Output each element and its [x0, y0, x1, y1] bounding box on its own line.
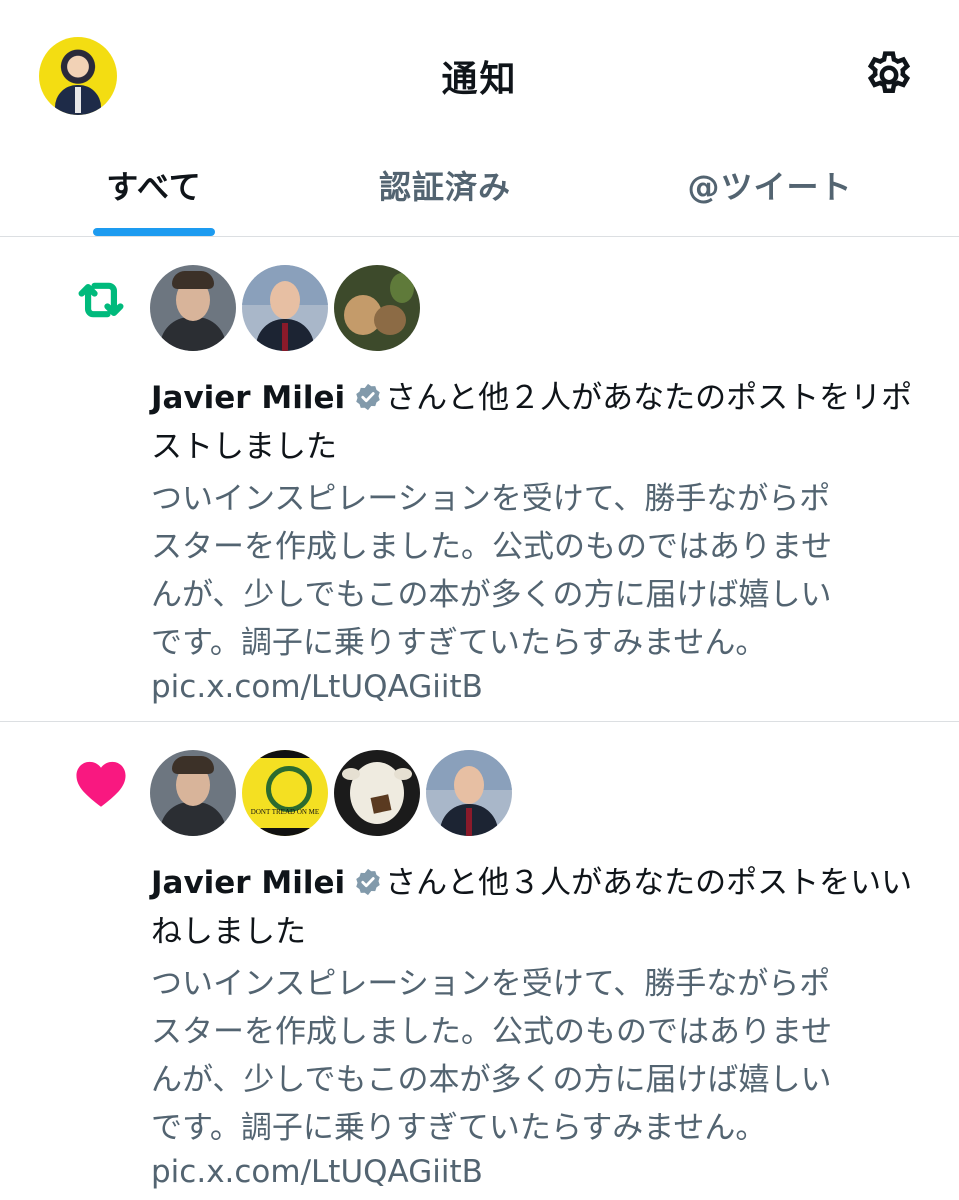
- tab-verified[interactable]: 認証済み: [355, 162, 535, 208]
- gear-icon[interactable]: [862, 48, 916, 102]
- notification-headline: Javier Milei さんと他３人があなたのポストをいいねしました: [151, 859, 941, 957]
- post-text: ついインスピレーションを受けて、勝手ながらポ スターを作成しました。公式のもので…: [151, 481, 833, 661]
- page-title: 通知: [441, 59, 518, 100]
- avatar[interactable]: [334, 265, 420, 351]
- header: 通知: [0, 0, 959, 150]
- notification-item[interactable]: Javier Milei さんと他２人があなたのポストをリポストしました ついイン…: [0, 237, 959, 722]
- notification-headline: Javier Milei さんと他２人があなたのポストをリポストしました: [151, 374, 941, 472]
- verified-badge-icon: [356, 868, 380, 896]
- avatar[interactable]: [150, 750, 236, 836]
- post-link[interactable]: pic.x.com/LtUQAGiitB: [151, 663, 483, 711]
- heart-icon: [76, 761, 126, 807]
- actor-name[interactable]: Javier Milei: [151, 380, 345, 416]
- actor-name[interactable]: Javier Milei: [151, 865, 345, 901]
- avatar[interactable]: [150, 265, 236, 351]
- notification-item[interactable]: DONT TREAD ON ME Javier Milei さんと他３人があなたの…: [0, 722, 959, 1200]
- avatar[interactable]: [334, 750, 420, 836]
- avatar[interactable]: [426, 750, 512, 836]
- post-text: ついインスピレーションを受けて、勝手ながらポ スターを作成しました。公式のもので…: [151, 966, 833, 1146]
- tab-mentions[interactable]: @ツイート: [660, 162, 880, 208]
- active-tab-indicator: [93, 228, 215, 236]
- flag-avatar-text: DONT TREAD ON ME: [250, 808, 320, 816]
- notification-tabs: すべて 認証済み @ツイート: [0, 150, 959, 237]
- verified-badge-icon: [356, 383, 380, 411]
- avatar[interactable]: [242, 265, 328, 351]
- repost-icon: [78, 282, 124, 318]
- post-link[interactable]: pic.x.com/LtUQAGiitB: [151, 1148, 483, 1196]
- tab-all[interactable]: すべて: [93, 162, 215, 208]
- avatar[interactable]: DONT TREAD ON ME: [242, 750, 328, 836]
